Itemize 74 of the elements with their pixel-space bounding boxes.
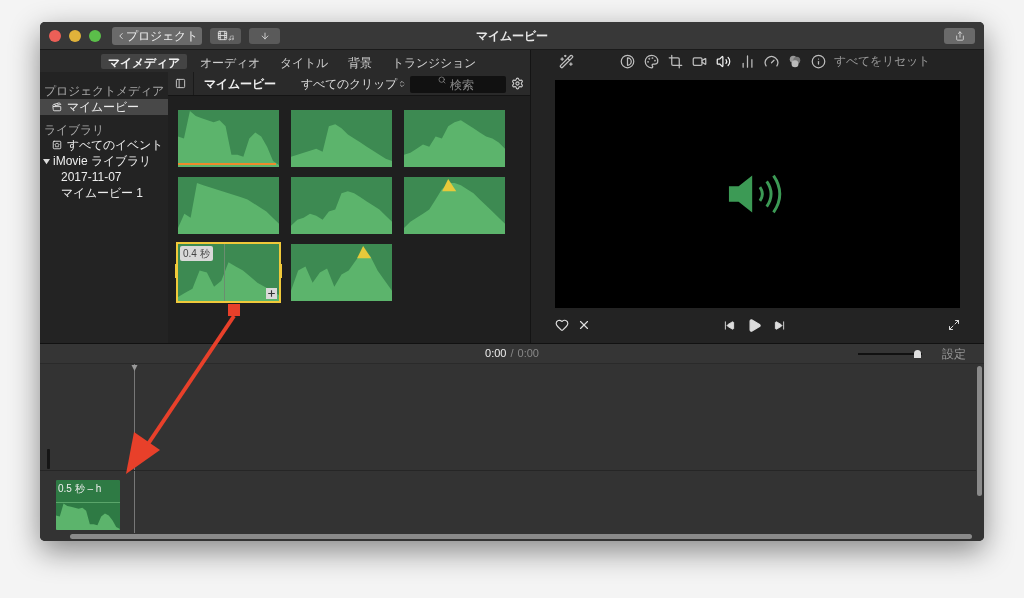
search-icon [438, 75, 446, 84]
peak-marker [442, 179, 457, 192]
sidebar-icon [175, 78, 186, 89]
import-button[interactable] [249, 27, 280, 44]
audio-clip[interactable] [404, 110, 505, 167]
reject-icon[interactable] [577, 318, 591, 332]
zoom-slider[interactable] [858, 349, 922, 358]
settings-icon[interactable] [511, 77, 524, 90]
close-button[interactable] [49, 29, 61, 42]
browser-title: マイムービー [204, 75, 276, 93]
audio-clip[interactable] [178, 110, 279, 167]
window-title: マイムービー [476, 27, 548, 45]
media-tab[interactable]: トランジション [385, 53, 483, 69]
speed-icon[interactable] [764, 53, 779, 69]
share-icon [954, 30, 965, 41]
time-separator: / [510, 346, 514, 362]
audio-clip[interactable] [291, 244, 392, 301]
sidebar-item[interactable]: マイムービー 1 [40, 185, 168, 201]
audio-clip[interactable] [291, 177, 392, 234]
media-button[interactable] [210, 27, 241, 44]
skip-forward-icon[interactable] [774, 319, 785, 331]
sidebar-item[interactable]: マイムービー [40, 99, 168, 115]
trim-handle[interactable] [279, 264, 282, 278]
total-time: 0:00 [517, 346, 539, 362]
audio-clip[interactable] [404, 177, 505, 234]
minimize-button[interactable] [69, 29, 81, 42]
reset-all-button[interactable]: すべてをリセット [834, 52, 930, 70]
share-button[interactable] [944, 27, 975, 44]
playhead-line [224, 244, 225, 301]
equalizer-icon[interactable] [740, 53, 755, 69]
color-circles-icon[interactable] [788, 54, 802, 68]
palette-icon[interactable] [644, 53, 659, 69]
section-heading: ライブラリ [43, 122, 105, 136]
media-tab[interactable]: タイトル [273, 53, 335, 69]
fullscreen-icon[interactable] [948, 319, 960, 331]
library-item[interactable]: iMovie ライブラリ [40, 153, 168, 169]
arrow-down-icon [259, 30, 270, 41]
clapperboard-icon [52, 102, 62, 112]
settings-button[interactable]: 設定 [942, 344, 966, 363]
disclosure-triangle-icon[interactable] [43, 157, 50, 165]
sidebar-item[interactable]: 2017-11-07 [40, 169, 168, 185]
crop-icon[interactable] [668, 53, 683, 69]
duration-badge: 0.4 秒 [180, 246, 213, 261]
film-music-icon [217, 30, 234, 41]
audio-clip[interactable]: 0.4 秒 [178, 244, 279, 301]
magic-wand-icon[interactable] [559, 53, 574, 69]
trim-handle[interactable] [175, 264, 178, 278]
media-tab[interactable]: マイメディア [101, 53, 187, 69]
audio-clip[interactable] [291, 110, 392, 167]
contrast-icon[interactable] [620, 53, 635, 69]
updown-icon [398, 79, 406, 88]
favorite-icon[interactable] [555, 318, 569, 332]
info-icon[interactable] [811, 53, 826, 69]
play-icon[interactable] [747, 317, 762, 333]
peak-marker [357, 246, 372, 259]
sidebar-item[interactable]: すべてのイベント [40, 136, 168, 153]
back-button[interactable]: プロジェクト [112, 26, 202, 45]
media-tab[interactable]: 背景 [341, 53, 379, 69]
section-heading: プロジェクトメディア [43, 83, 165, 96]
skip-back-icon[interactable] [724, 319, 735, 331]
chevron-left-icon [116, 30, 126, 41]
slider-thumb[interactable] [913, 349, 921, 358]
media-tab[interactable]: オーディオ [193, 53, 267, 69]
zoom-button[interactable] [89, 29, 101, 42]
search-field[interactable]: 検索 [410, 76, 506, 93]
timeline-clip[interactable]: 0.5 秒 – h [56, 480, 120, 530]
current-time: 0:00 [485, 346, 507, 362]
clip-filter-dropdown[interactable]: すべてのクリップ [301, 74, 406, 93]
volume-icon[interactable] [716, 53, 731, 69]
add-icon[interactable] [266, 288, 277, 299]
clip-label: 0.5 秒 – h [58, 482, 102, 496]
audio-clip[interactable] [178, 177, 279, 234]
vertical-scrollbar[interactable] [977, 366, 982, 496]
horizontal-scrollbar[interactable] [70, 534, 972, 539]
